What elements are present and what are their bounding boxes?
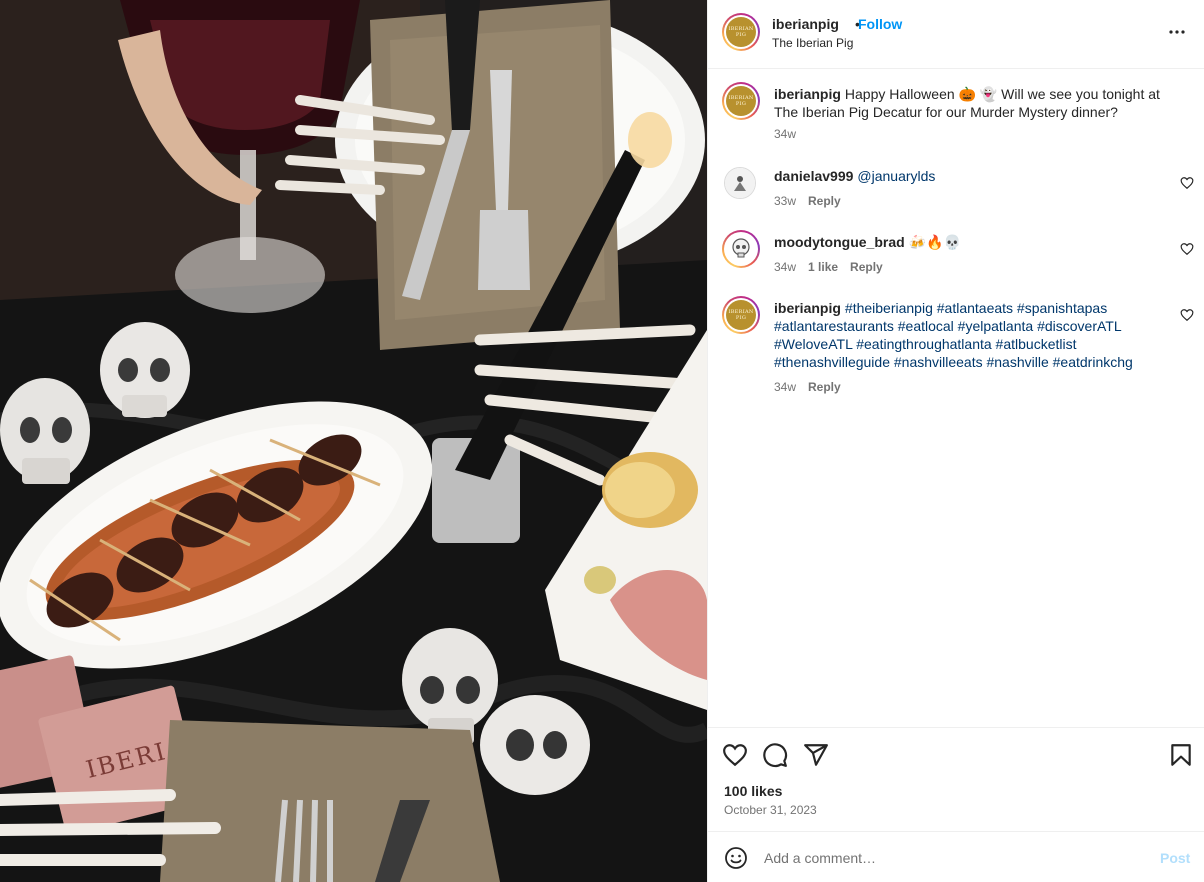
comment-text: danielav999 @januarylds [774, 167, 1164, 185]
comment-body: 🍻🔥💀 [908, 234, 961, 250]
user-silhouette-icon [734, 176, 746, 191]
add-comment-input[interactable] [764, 846, 1144, 870]
comment-meta: 33w Reply [774, 194, 841, 208]
instagram-post-view: IBERIAN IBERIAN PIG iberianpig • Follow … [0, 0, 1204, 882]
bookmark-icon[interactable] [1168, 742, 1194, 768]
comment-username[interactable]: iberianpig [774, 300, 841, 316]
heart-icon[interactable] [1180, 308, 1194, 322]
halloween-table-photo: IBERIAN [0, 0, 707, 882]
skull-shape [100, 322, 190, 418]
iberianpig-logo: IBERIAN PIG [726, 300, 756, 330]
post-photo[interactable]: IBERIAN [0, 0, 707, 882]
post-date[interactable]: October 31, 2023 [724, 803, 817, 817]
more-horizontal-icon[interactable] [1165, 20, 1189, 44]
avatar[interactable] [722, 230, 760, 268]
comment-meta: 34w Reply [774, 380, 841, 394]
comment-username[interactable]: danielav999 [774, 168, 853, 184]
comment-text: moodytongue_brad 🍻🔥💀 [774, 233, 1164, 251]
logo-line-2: PIG [735, 315, 747, 321]
heart-icon[interactable] [722, 742, 748, 768]
caption-time[interactable]: 34w [774, 127, 796, 141]
post-footer: 100 likes October 31, 2023 Post [708, 727, 1204, 882]
logo-line-2: PIG [735, 32, 747, 38]
add-comment-row: Post [708, 831, 1204, 882]
comment-time[interactable]: 34w [774, 380, 796, 394]
skull-avatar-icon [732, 238, 750, 258]
avatar[interactable] [724, 167, 756, 199]
header-location[interactable]: The Iberian Pig [772, 36, 853, 50]
comment-username[interactable]: moodytongue_brad [774, 234, 905, 250]
comment-text: iberianpig #theiberianpig #atlantaeats #s… [774, 299, 1159, 371]
follow-button[interactable]: Follow [858, 16, 902, 32]
comment-icon[interactable] [762, 742, 788, 768]
post-comment-button[interactable]: Post [1160, 850, 1190, 866]
heart-icon[interactable] [1180, 242, 1194, 256]
avatar[interactable]: IBERIAN PIG [722, 296, 760, 334]
post-header: IBERIAN PIG iberianpig • Follow The Iber… [708, 0, 1204, 69]
emoji-icon[interactable] [724, 846, 748, 870]
likes-count[interactable]: 100 likes [724, 783, 782, 799]
comment-mention[interactable]: @januarylds [857, 168, 935, 184]
comment-time[interactable]: 33w [774, 194, 796, 208]
comment-time[interactable]: 34w [774, 260, 796, 274]
comment-like-count[interactable]: 1 like [808, 260, 838, 274]
reply-button[interactable]: Reply [850, 260, 883, 274]
header-username[interactable]: iberianpig [772, 16, 839, 32]
comment-meta: 34w 1 like Reply [774, 260, 883, 274]
post-side-panel: IBERIAN PIG iberianpig • Follow The Iber… [707, 0, 1204, 882]
reply-button[interactable]: Reply [808, 194, 841, 208]
comment-item: moodytongue_brad 🍻🔥💀 34w 1 like Reply [708, 217, 1204, 277]
iberianpig-logo: IBERIAN PIG [726, 86, 756, 116]
logo-line-2: PIG [735, 101, 747, 107]
avatar[interactable]: IBERIAN PIG [722, 82, 760, 120]
share-icon[interactable] [803, 742, 829, 768]
avatar[interactable]: IBERIAN PIG [722, 13, 760, 51]
caption: IBERIAN PIG iberianpig Happy Halloween 🎃 … [708, 69, 1204, 149]
comment-item: danielav999 @januarylds 33w Reply [708, 151, 1204, 211]
caption-meta: 34w [774, 127, 796, 141]
caption-text: iberianpig Happy Halloween 🎃 👻 Will we se… [774, 85, 1164, 121]
iberianpig-logo: IBERIAN PIG [726, 17, 756, 47]
comment-item: IBERIAN PIG iberianpig #theiberianpig #at… [708, 283, 1204, 403]
caption-username[interactable]: iberianpig [774, 86, 841, 102]
reply-button[interactable]: Reply [808, 380, 841, 394]
heart-icon[interactable] [1180, 176, 1194, 190]
